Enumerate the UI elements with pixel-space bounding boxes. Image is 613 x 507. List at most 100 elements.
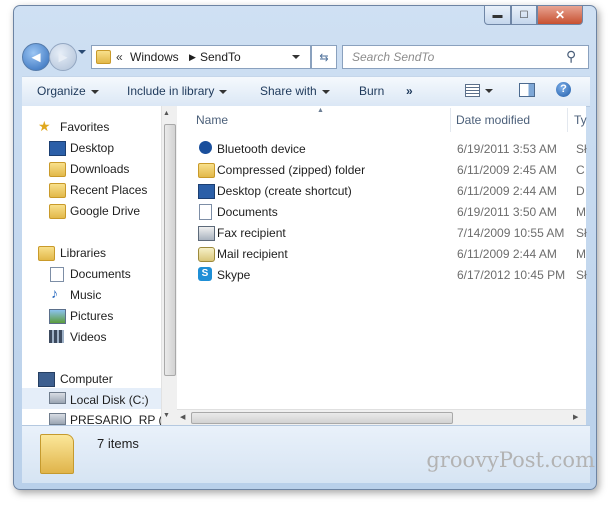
scroll-up-icon[interactable]: ▲ — [163, 110, 170, 117]
refresh-button[interactable]: ⇆ — [311, 45, 337, 69]
horizontal-scroll-thumb[interactable] — [191, 412, 453, 424]
breadcrumb-prefix[interactable]: « — [116, 50, 123, 64]
file-row-name[interactable]: Mail recipient — [217, 247, 288, 261]
file-row-type: D — [576, 184, 585, 198]
file-row-type: C — [576, 163, 585, 177]
recent-pages-chevron-icon[interactable] — [78, 50, 86, 54]
recent-places-icon — [49, 183, 66, 198]
navigation-scrollbar[interactable]: ▲ ▼ — [161, 106, 177, 425]
refresh-icon: ⇆ — [319, 51, 329, 64]
file-row-date: 6/19/2011 3:50 AM — [457, 205, 557, 219]
sort-arrow-icon: ▲ — [317, 107, 324, 114]
document-icon — [199, 204, 212, 220]
search-icon[interactable]: ⚲ — [566, 48, 576, 65]
chevron-down-icon — [219, 89, 228, 94]
sidebar-item-music[interactable]: Music — [70, 288, 101, 302]
skype-icon: S — [198, 267, 212, 281]
videos-icon — [49, 330, 64, 343]
chevron-down-icon — [485, 88, 493, 93]
address-dropdown-icon[interactable] — [292, 55, 300, 59]
share-with-button[interactable]: Share with — [260, 84, 330, 98]
sidebar-item-google-drive[interactable]: Google Drive — [70, 204, 140, 218]
minimize-button[interactable]: ▬ — [484, 5, 511, 25]
sidebar-item-pictures[interactable]: Pictures — [70, 309, 113, 323]
close-button[interactable]: ✕ — [537, 5, 583, 25]
address-bar[interactable]: « Windows ▶ SendTo — [91, 45, 311, 69]
window-controls: ▬ ☐ ✕ — [484, 5, 583, 27]
file-row-name[interactable]: Fax recipient — [217, 226, 286, 240]
scroll-left-icon[interactable]: ◀ — [180, 413, 185, 421]
folder-icon — [96, 50, 111, 64]
file-row-date: 6/19/2011 3:53 AM — [457, 142, 557, 156]
file-row-name[interactable]: Skype — [217, 268, 250, 282]
file-row-date: 6/11/2009 2:44 AM — [457, 184, 557, 198]
downloads-folder-icon — [49, 162, 66, 177]
fax-icon — [198, 226, 215, 241]
burn-button[interactable]: Burn — [359, 84, 384, 98]
file-row-type: M — [576, 247, 586, 261]
organize-button[interactable]: Organize — [37, 84, 99, 98]
sidebar-item-local-disk[interactable]: Local Disk (C:) — [70, 393, 149, 407]
help-icon[interactable]: ? — [556, 82, 571, 97]
sidebar-item-desktop[interactable]: Desktop — [70, 141, 114, 155]
forward-button[interactable]: ► — [49, 43, 77, 71]
maximize-button[interactable]: ☐ — [511, 5, 537, 25]
sidebar-item-videos[interactable]: Videos — [70, 330, 106, 344]
include-in-library-button[interactable]: Include in library — [127, 84, 228, 98]
sidebar-item-downloads[interactable]: Downloads — [70, 162, 129, 176]
preview-pane-button[interactable] — [519, 83, 535, 100]
column-header-name[interactable]: Name — [196, 113, 228, 127]
preview-pane-icon — [519, 83, 535, 97]
file-row-name[interactable]: Bluetooth device — [217, 142, 306, 156]
favorites-star-icon: ★ — [38, 118, 51, 134]
computer-icon — [38, 372, 55, 387]
sidebar-item-presario-drive[interactable]: PRESARIO_RP (D: — [70, 413, 162, 425]
scroll-down-icon[interactable]: ▼ — [163, 412, 170, 419]
command-bar: Organize Include in library Share with B… — [22, 76, 590, 107]
zip-folder-icon — [198, 163, 215, 178]
libraries-icon — [38, 246, 55, 261]
navigation-pane: ★ Favorites Desktop Downloads Recent Pla… — [22, 106, 162, 425]
bluetooth-icon — [199, 141, 212, 154]
documents-icon — [50, 267, 64, 282]
computer-header[interactable]: Computer — [60, 372, 113, 386]
horizontal-scrollbar[interactable]: ◀ ▶ — [177, 409, 586, 426]
file-row-date: 7/14/2009 10:55 AM — [457, 226, 565, 240]
back-button[interactable]: ◄ — [22, 43, 50, 71]
column-header-type[interactable]: Ty — [574, 113, 587, 127]
sidebar-item-recent-places[interactable]: Recent Places — [70, 183, 147, 197]
file-row-type: Sł — [576, 226, 587, 240]
change-view-button[interactable] — [465, 83, 493, 98]
column-divider[interactable] — [450, 108, 451, 132]
drive-icon — [49, 413, 66, 425]
watermark: groovyPost.com — [426, 448, 595, 472]
chevron-down-icon — [321, 89, 330, 94]
more-commands-button[interactable]: » — [406, 84, 413, 98]
breadcrumb-separator-icon[interactable]: ▶ — [189, 52, 196, 63]
file-row-date: 6/11/2009 2:44 AM — [457, 247, 557, 261]
column-header-date-modified[interactable]: Date modified — [456, 113, 530, 127]
pictures-icon — [49, 309, 66, 324]
file-row-type: Sł — [576, 268, 587, 282]
google-drive-folder-icon — [49, 204, 66, 219]
breadcrumb-windows[interactable]: Windows — [130, 50, 179, 64]
file-row-date: 6/17/2012 10:45 PM — [457, 268, 566, 282]
search-input[interactable]: Search SendTo ⚲ — [342, 45, 589, 69]
breadcrumb-sendto[interactable]: SendTo — [200, 50, 241, 64]
sidebar-item-documents[interactable]: Documents — [70, 267, 131, 281]
file-row-type: Sł — [576, 142, 587, 156]
mail-icon — [198, 247, 215, 262]
folder-icon — [40, 434, 74, 474]
chevron-down-icon — [90, 89, 99, 94]
scroll-right-icon[interactable]: ▶ — [573, 413, 578, 421]
column-divider[interactable] — [567, 108, 568, 132]
favorites-header[interactable]: Favorites — [60, 120, 109, 134]
libraries-header[interactable]: Libraries — [60, 246, 106, 260]
file-row-name[interactable]: Desktop (create shortcut) — [217, 184, 352, 198]
desktop-icon — [198, 184, 215, 199]
music-icon: ♪ — [51, 285, 58, 301]
file-row-name[interactable]: Compressed (zipped) folder — [217, 163, 365, 177]
local-disk-icon — [49, 392, 66, 404]
file-row-name[interactable]: Documents — [217, 205, 278, 219]
scroll-thumb[interactable] — [164, 124, 176, 376]
